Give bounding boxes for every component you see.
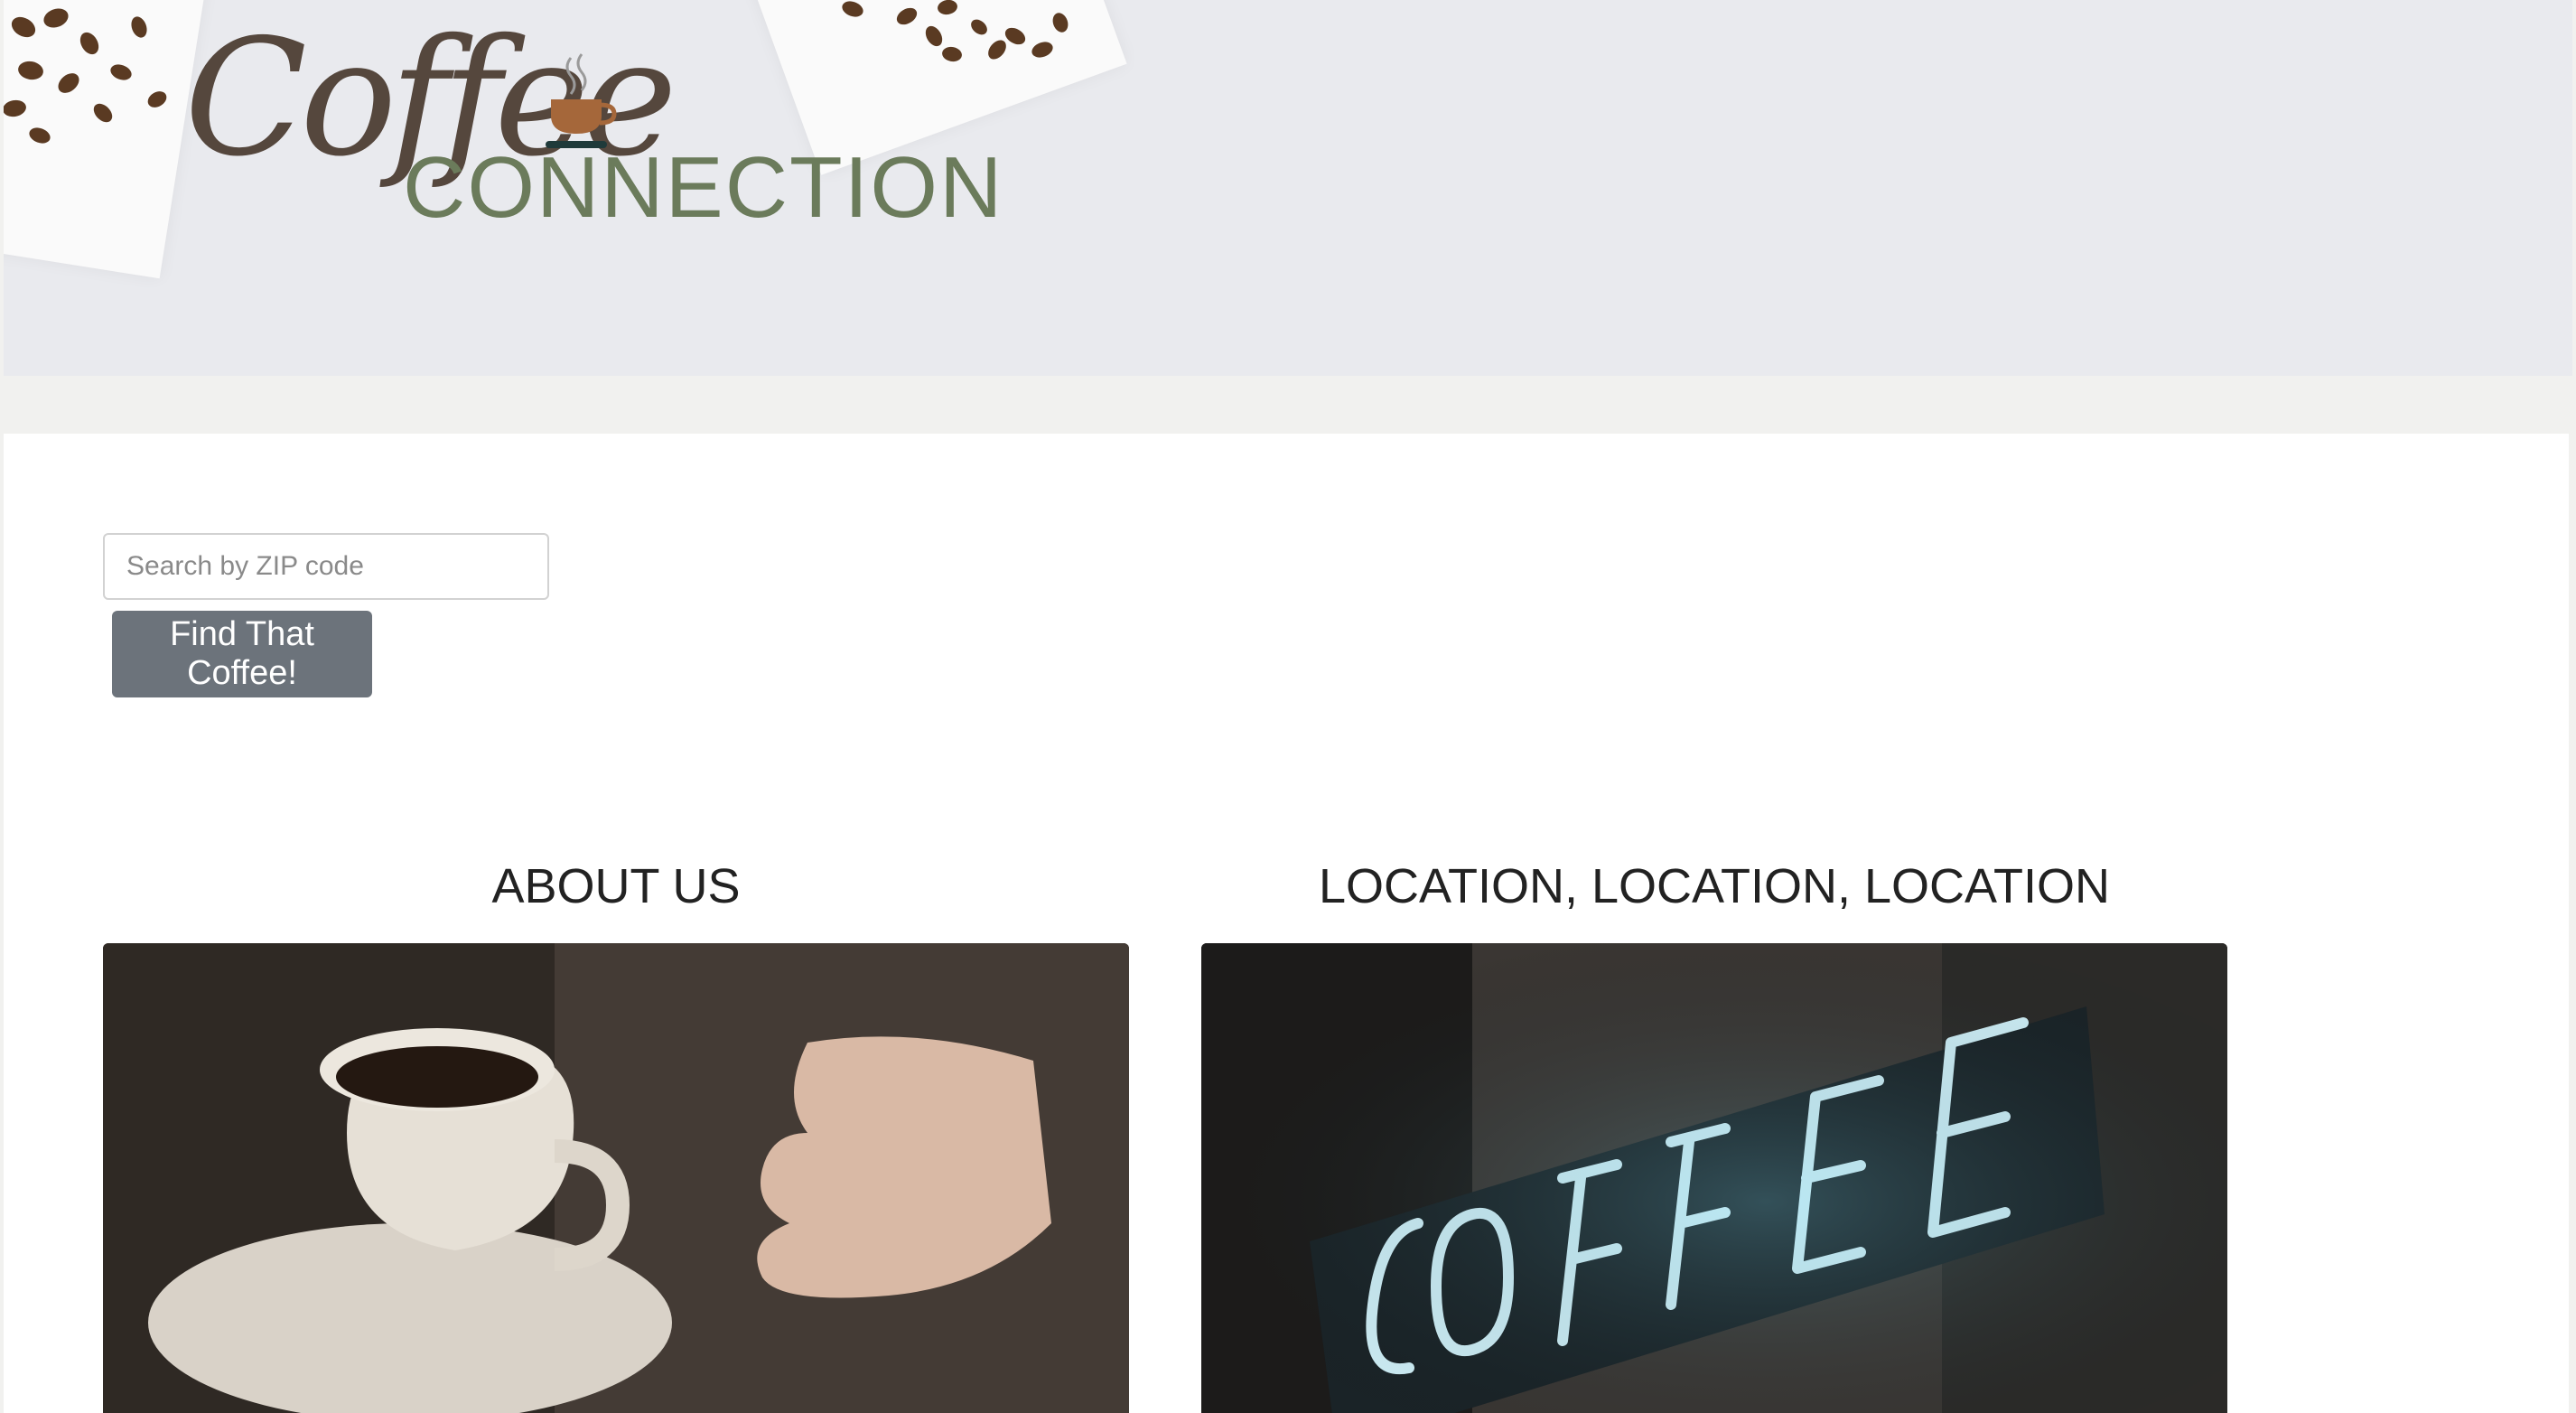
logo-sub-text: CONNECTION <box>403 139 1004 236</box>
site-header: Coffee CONNECTION <box>4 0 2572 376</box>
about-us-heading: ABOUT US <box>491 859 741 913</box>
site-logo[interactable]: Coffee CONNECTION <box>184 18 1002 235</box>
neon-coffee-sign-photo <box>1201 943 2227 1413</box>
location-heading: LOCATION, LOCATION, LOCATION <box>1318 859 2111 913</box>
header-divider <box>0 376 2576 434</box>
coffee-cup-photo <box>103 943 1129 1413</box>
find-coffee-button[interactable]: Find That Coffee! <box>112 611 372 697</box>
main-content: Find That Coffee! ABOUT US LOCATION, LOC… <box>4 434 2569 1413</box>
zip-search-input[interactable] <box>103 533 549 600</box>
